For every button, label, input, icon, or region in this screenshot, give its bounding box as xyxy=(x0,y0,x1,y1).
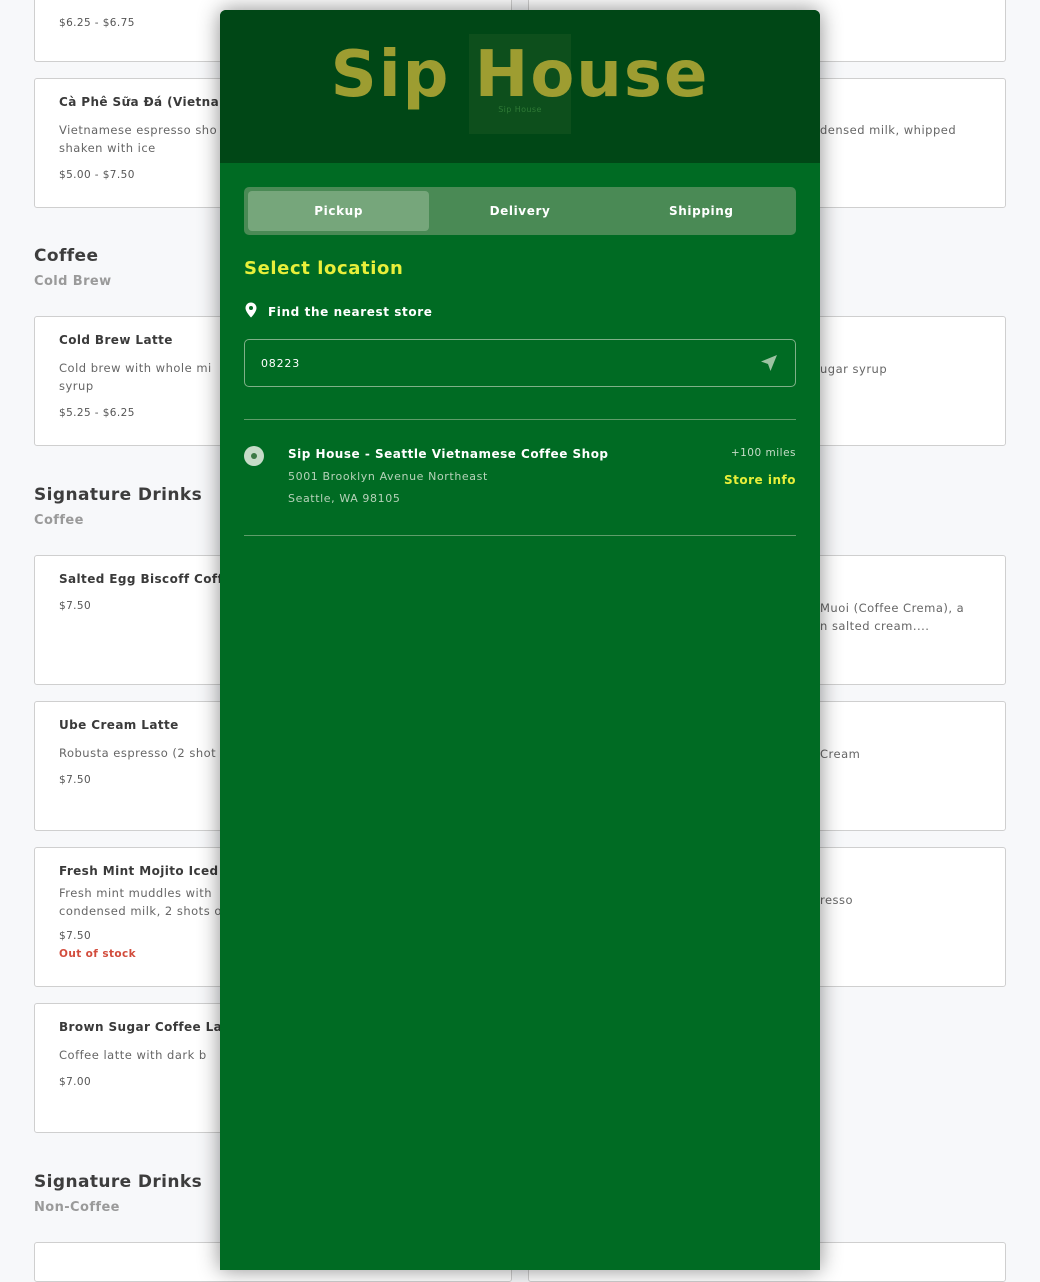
section-subtitle: Non-Coffee xyxy=(34,1200,120,1215)
section-title: Signature Drinks xyxy=(34,1172,203,1192)
menu-card-desc-fragment: Cream xyxy=(820,747,861,761)
location-modal: Sip House Sip House Pickup Delivery Ship… xyxy=(220,10,820,1270)
store-distance: +100 miles xyxy=(730,447,796,459)
store-radio-button[interactable] xyxy=(244,446,264,466)
menu-card-desc-fragment: ugar syrup xyxy=(820,362,888,376)
location-pin-icon xyxy=(244,302,258,322)
tab-pickup[interactable]: Pickup xyxy=(248,191,430,231)
menu-card-desc-fragment: Muoi (Coffee Crema), a n salted cream...… xyxy=(820,601,965,633)
brand-logo: Sip House xyxy=(330,38,710,112)
section-subtitle: Cold Brew xyxy=(34,274,112,289)
fulfillment-tabs: Pickup Delivery Shipping xyxy=(244,187,796,235)
modal-header: Sip House Sip House xyxy=(220,10,820,163)
menu-card-desc-fragment: densed milk, whipped xyxy=(820,123,957,137)
store-address-line1: 5001 Brooklyn Avenue Northeast xyxy=(288,470,488,483)
select-location-title: Select location xyxy=(244,258,404,279)
find-nearest-store[interactable]: Find the nearest store xyxy=(244,302,433,322)
tab-delivery[interactable]: Delivery xyxy=(429,191,610,231)
zip-search-box xyxy=(244,339,796,387)
store-name: Sip House - Seattle Vietnamese Coffee Sh… xyxy=(288,447,609,461)
section-title: Signature Drinks xyxy=(34,485,203,505)
divider xyxy=(244,419,796,420)
divider xyxy=(244,535,796,536)
find-nearest-store-label: Find the nearest store xyxy=(268,305,433,319)
store-address-line2: Seattle, WA 98105 xyxy=(288,492,401,505)
tab-shipping[interactable]: Shipping xyxy=(611,191,792,231)
section-title: Coffee xyxy=(34,246,99,266)
store-info-link[interactable]: Store info xyxy=(724,473,796,487)
section-subtitle: Coffee xyxy=(34,513,84,528)
store-list-item[interactable]: Sip House - Seattle Vietnamese Coffee Sh… xyxy=(244,444,796,514)
zip-search-input[interactable] xyxy=(261,356,759,370)
send-location-icon[interactable] xyxy=(759,353,779,373)
menu-card-desc-fragment: resso xyxy=(820,893,854,907)
